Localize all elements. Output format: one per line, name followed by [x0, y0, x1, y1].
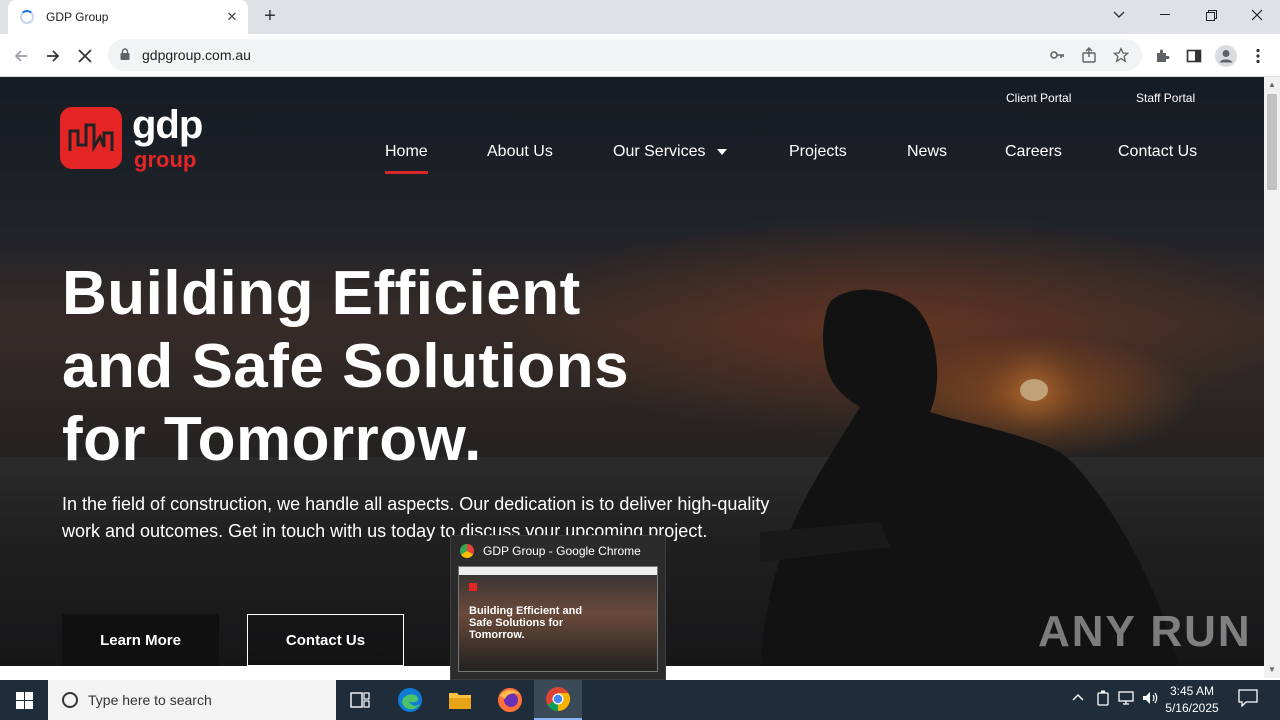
- firefox-icon[interactable]: [486, 680, 534, 720]
- task-view-icon[interactable]: [336, 680, 384, 720]
- loading-icon: [20, 10, 34, 24]
- nav-projects[interactable]: Projects: [789, 143, 847, 161]
- preview-title: GDP Group - Google Chrome: [483, 544, 641, 558]
- start-button[interactable]: [0, 680, 48, 720]
- vertical-scrollbar[interactable]: ▲ ▼: [1264, 77, 1280, 678]
- system-clock[interactable]: 3:45 AM 5/16/2025: [1160, 683, 1224, 717]
- logo-word-group: group: [134, 147, 197, 172]
- tray-chevron-up-icon[interactable]: [1072, 690, 1084, 704]
- chrome-taskbar-icon[interactable]: [534, 680, 582, 720]
- share-icon[interactable]: [1080, 47, 1098, 65]
- key-icon[interactable]: [1048, 47, 1066, 65]
- scroll-up-icon[interactable]: ▲: [1268, 80, 1276, 89]
- tray-device-icon[interactable]: [1096, 690, 1110, 709]
- tab-close-icon[interactable]: ✕: [222, 9, 242, 25]
- profile-avatar-icon[interactable]: [1213, 43, 1239, 69]
- logo-word-gdp: gdp: [132, 103, 203, 147]
- forward-icon[interactable]: [40, 43, 66, 69]
- stop-loading-icon[interactable]: [72, 43, 98, 69]
- hero-line-3: for Tomorrow.: [62, 405, 482, 474]
- new-tab-button[interactable]: +: [260, 6, 280, 26]
- thumb-logo-icon: [469, 583, 477, 591]
- preview-thumb-text: Building Efficient and Safe Solutions fo…: [469, 605, 583, 641]
- volume-icon[interactable]: [1142, 690, 1160, 709]
- preview-thumbnail[interactable]: Building Efficient and Safe Solutions fo…: [458, 566, 658, 672]
- taskbar-search[interactable]: Type here to search: [48, 680, 336, 720]
- clock-time: 3:45 AM: [1169, 684, 1215, 698]
- staff-portal-link[interactable]: Staff Portal: [1136, 91, 1195, 105]
- client-portal-link[interactable]: Client Portal: [1006, 91, 1071, 105]
- menu-kebab-icon[interactable]: [1245, 43, 1271, 69]
- nav-our-services-label: Our Services: [613, 143, 706, 160]
- gdp-logo[interactable]: gdp group: [60, 103, 220, 177]
- url-text[interactable]: gdpgroup.com.au: [142, 47, 251, 63]
- logo-mark-icon: [60, 107, 122, 169]
- browser-toolbar: gdpgroup.com.au: [0, 34, 1280, 77]
- chrome-icon: [460, 544, 474, 558]
- scroll-down-icon[interactable]: ▼: [1268, 665, 1276, 674]
- anyrun-watermark: ANY RUN: [1038, 607, 1252, 656]
- tab-search-icon[interactable]: [1096, 0, 1142, 30]
- nav-home[interactable]: Home: [385, 143, 428, 174]
- taskbar-window-preview[interactable]: GDP Group - Google Chrome Building Effic…: [450, 535, 666, 680]
- extensions-icon[interactable]: [1149, 43, 1175, 69]
- clock-date: 5/16/2025: [1165, 701, 1219, 715]
- notification-icon[interactable]: [1238, 689, 1258, 710]
- hero-line-2: and Safe Solutions: [62, 332, 630, 401]
- network-icon[interactable]: [1118, 690, 1136, 709]
- nav-contact-us[interactable]: Contact Us: [1118, 143, 1197, 161]
- close-window-button[interactable]: [1234, 0, 1280, 30]
- restore-button[interactable]: [1188, 0, 1234, 30]
- hero-line-1: Building Efficient: [62, 259, 581, 328]
- file-explorer-icon[interactable]: [436, 680, 484, 720]
- back-icon[interactable]: [8, 43, 34, 69]
- side-panel-icon[interactable]: [1181, 43, 1207, 69]
- nav-news[interactable]: News: [907, 143, 947, 161]
- hero-heading: Building Efficient and Safe Solutions fo…: [62, 257, 762, 476]
- tab-strip: GDP Group ✕ +: [0, 0, 1280, 34]
- nav-careers[interactable]: Careers: [1005, 143, 1062, 161]
- caret-down-icon: [717, 148, 728, 155]
- lock-icon[interactable]: [120, 48, 130, 60]
- scrollbar-thumb[interactable]: [1267, 94, 1277, 190]
- windows-taskbar: Type here to search 3:45 AM 5/16/2025: [0, 680, 1280, 720]
- nav-about-us[interactable]: About Us: [487, 143, 553, 161]
- hero-subtitle: In the field of construction, we handle …: [62, 494, 770, 541]
- nav-our-services[interactable]: Our Services: [613, 143, 728, 161]
- windows-logo-icon: [15, 691, 33, 709]
- bookmark-star-icon[interactable]: [1112, 46, 1130, 65]
- minimize-button[interactable]: [1142, 0, 1188, 30]
- tab-title: GDP Group: [46, 10, 109, 24]
- browser-tab[interactable]: GDP Group ✕: [8, 0, 248, 34]
- learn-more-button[interactable]: Learn More: [62, 614, 219, 666]
- address-bar[interactable]: gdpgroup.com.au: [108, 39, 1142, 71]
- search-icon: [62, 692, 78, 708]
- contact-us-button[interactable]: Contact Us: [247, 614, 404, 666]
- edge-icon[interactable]: [386, 680, 434, 720]
- search-placeholder[interactable]: Type here to search: [88, 692, 212, 708]
